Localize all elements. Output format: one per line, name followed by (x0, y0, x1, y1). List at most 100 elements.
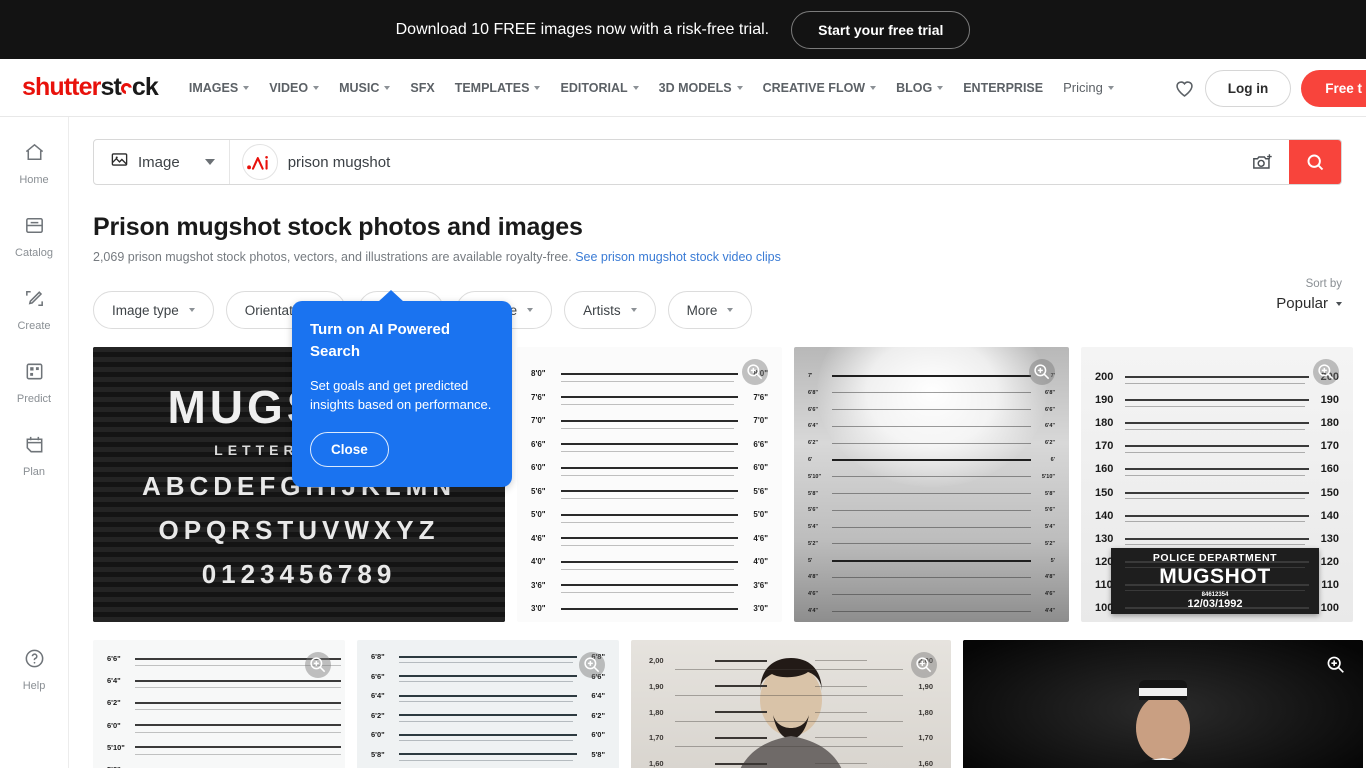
height-tick-label: 6'0" (531, 463, 546, 472)
free-trial-button[interactable]: Free t (1301, 69, 1366, 107)
site-header: shutter st ck IMAGES VIDEO MUSIC SFX TEMPL… (0, 59, 1366, 117)
nav-item-creative-flow[interactable]: CREATIVE FLOW (754, 73, 886, 103)
zoom-icon[interactable] (305, 652, 331, 678)
zoom-icon[interactable] (742, 359, 768, 385)
result-tile-police-department-mugshot[interactable]: POLICE DEPARTMENT MUGSHOT 84612354 12/03… (1081, 347, 1353, 622)
search-bar: Image (93, 139, 1342, 185)
search-row: Image (93, 117, 1342, 185)
height-tick-row: 1,60 1,60 (631, 759, 951, 768)
height-minor-line (93, 687, 345, 689)
result-tile-height-chart-feet[interactable]: 8'0" 8'0" 7'6" 7'6" 7'0" 7'0" 6'6" 6'6" 6'0" 6'0"… (517, 347, 782, 622)
height-tick-row: 4'6" 4'6" (794, 591, 1069, 597)
height-tick-line (832, 476, 1031, 478)
nav-label: ENTERPRISE (963, 80, 1044, 95)
sidebar-item-plan[interactable]: Plan (5, 433, 63, 478)
height-tick-line (815, 763, 867, 765)
height-tick-label: 4'0" (531, 557, 546, 566)
search-input[interactable] (287, 153, 1237, 171)
visual-search-camera-icon[interactable] (1237, 140, 1289, 184)
asset-type-dropdown[interactable]: Image (94, 140, 230, 184)
favorites-heart-icon[interactable] (1174, 78, 1195, 99)
chevron-down-icon (1336, 301, 1342, 306)
height-tick-line (399, 675, 577, 678)
result-tile-height-chart-small-b[interactable]: 6'8" 6'8" 6'6" 6'6" 6'4" 6'4" 6'2" 6'2" 6'0" 6'0"… (357, 640, 619, 768)
height-tick-line (832, 543, 1031, 545)
nav-item-video[interactable]: VIDEO (260, 73, 328, 103)
height-tick-line (832, 509, 1031, 511)
video-clips-link[interactable]: See prison mugshot stock video clips (575, 250, 781, 264)
height-tick-row: 150 150 (1081, 487, 1353, 499)
zoom-icon[interactable] (1323, 652, 1349, 678)
result-tile-mugshot-man-meters[interactable]: 2,00 2,00 1,90 1,90 1,80 1,80 1,70 1,70 1,60 1,60… (631, 640, 951, 768)
login-button[interactable]: Log in (1204, 69, 1292, 107)
zoom-icon[interactable] (579, 652, 605, 678)
zoom-icon[interactable] (1029, 359, 1055, 385)
height-tick-row: 5'8" 5'8" (357, 750, 619, 759)
nav-item-sfx[interactable]: SFX (401, 73, 443, 103)
sidebar-item-home[interactable]: Home (5, 141, 63, 186)
height-tick-label: 170 (1095, 440, 1114, 453)
result-tile-prisoner-striped[interactable]: #IN DATE: (963, 640, 1363, 768)
sidebar-item-catalog[interactable]: Catalog (5, 214, 63, 259)
height-tick-row: 160 160 (1081, 463, 1353, 475)
chevron-down-icon (870, 85, 877, 90)
sort-control: Sort by Popular (1276, 278, 1342, 312)
height-tick-row: 6'2" (93, 698, 345, 707)
sidebar-item-predict[interactable]: Predict (5, 360, 63, 405)
height-tick-row: 5'8" 5'8" (794, 491, 1069, 497)
zoom-icon[interactable] (911, 652, 937, 678)
height-tick-label: 6'8" (808, 389, 819, 396)
height-tick-label: 1,70 (918, 733, 933, 743)
sidebar-item-label: Plan (22, 466, 46, 478)
height-tick-label: 5'6" (1044, 507, 1055, 514)
filter-artists[interactable]: Artists (564, 291, 656, 329)
zoom-icon[interactable] (1313, 359, 1339, 385)
ai-search-toggle[interactable] (241, 144, 278, 180)
nav-item-3d-models[interactable]: 3D MODELS (650, 73, 752, 103)
height-minor-line (357, 700, 619, 702)
sidebar-item-help[interactable]: Help (5, 647, 63, 692)
filter-more[interactable]: More (667, 291, 753, 329)
search-submit-button[interactable] (1289, 140, 1341, 184)
height-tick-label: 7'0" (531, 416, 546, 425)
height-tick-line (832, 610, 1031, 612)
mugshot-man-photo: 2,00 2,00 1,90 1,90 1,80 1,80 1,70 1,70 1,60 1,60… (631, 640, 951, 768)
result-tile-height-chart-small-a[interactable]: 6'6"6'4"6'2"6'0"5'10"5'8"5'6" (93, 640, 345, 768)
start-free-trial-button[interactable]: Start your free trial (791, 10, 971, 49)
height-minor-line (357, 740, 619, 742)
height-tick-line (815, 737, 867, 739)
height-tick-row: 6'0" 6'0" (517, 463, 782, 472)
height-minor-line (631, 668, 951, 670)
height-tick-label: 7'6" (753, 392, 768, 402)
height-tick-line (832, 392, 1031, 394)
height-tick-label: 4'6" (753, 533, 768, 543)
sidebar-item-create[interactable]: Create (5, 287, 63, 332)
filter-image-type[interactable]: Image type (93, 291, 214, 329)
height-tick-line (135, 746, 341, 749)
height-tick-label: 6'4" (591, 691, 605, 701)
height-tick-label: 130 (1320, 532, 1339, 545)
nav-item-templates[interactable]: TEMPLATES (446, 73, 550, 103)
height-tick-line (561, 466, 738, 469)
nav-item-enterprise[interactable]: ENTERPRISE (954, 73, 1052, 103)
height-tick-line (715, 711, 767, 714)
shutterstock-logo[interactable]: shutter st ck (22, 73, 159, 102)
height-minor-line (517, 427, 782, 429)
nav-item-music[interactable]: MUSIC (330, 73, 399, 103)
height-tick-label: 6'6" (808, 406, 819, 413)
tooltip-close-button[interactable]: Close (310, 431, 389, 467)
height-tick-row: 4'8" 4'8" (794, 574, 1069, 580)
height-tick-row: 7'0" 7'0" (517, 416, 782, 425)
nav-item-editorial[interactable]: EDITORIAL (551, 73, 647, 103)
nav-item-images[interactable]: IMAGES (180, 73, 258, 103)
height-tick-line (832, 442, 1031, 444)
height-tick-row: 1,70 1,70 (631, 733, 951, 742)
result-tile-spotlight-lineup[interactable]: 7' 7' 6'8" 6'8" 6'6" 6'6" 6'4" 6'4" 6'2" 6'2" 6' 6'… (794, 347, 1069, 622)
height-tick-line (832, 526, 1031, 528)
nav-item-blog[interactable]: BLOG (887, 73, 952, 103)
logo-text-st: st (100, 73, 121, 101)
height-tick-label: 4'6" (531, 533, 546, 543)
height-tick-label: 180 (1095, 417, 1114, 430)
sort-dropdown[interactable]: Popular (1276, 295, 1342, 312)
nav-item-pricing[interactable]: Pricing (1054, 72, 1123, 103)
